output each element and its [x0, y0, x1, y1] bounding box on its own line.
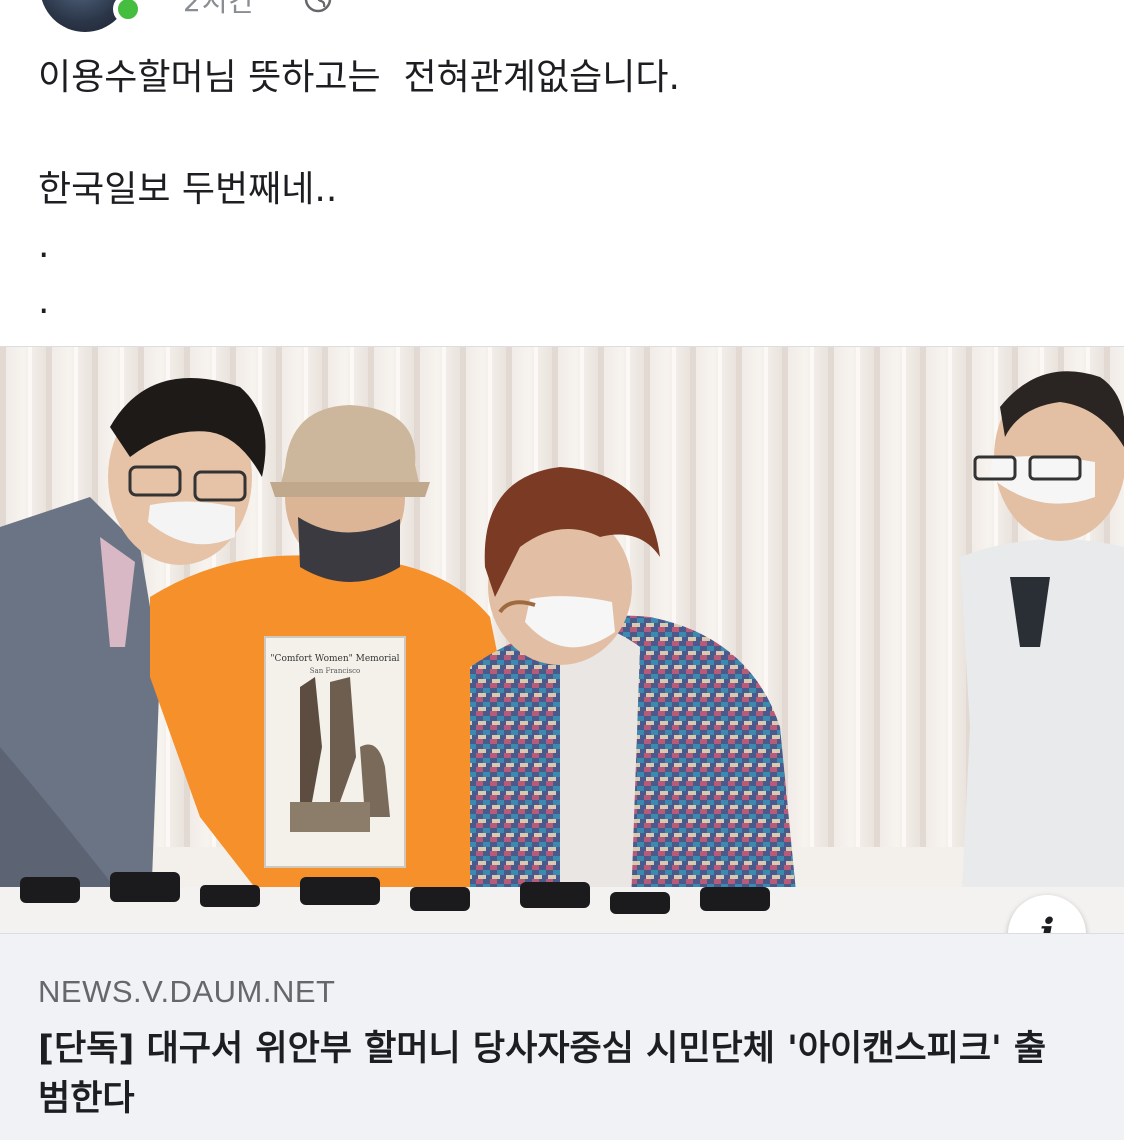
- post-line: [38, 106, 1088, 162]
- link-title[interactable]: [단독] 대구서 위안부 할머니 당사자중심 시민단체 '아이캔스피크' 출범한…: [38, 1024, 1078, 1124]
- shirt-print-text: "Comfort Women" Memorial: [270, 654, 399, 664]
- link-preview-image[interactable]: "Comfort Women" Memorial San Francisco: [0, 347, 1124, 933]
- online-status-dot: [113, 0, 143, 24]
- post-line: 이용수할머님 뜻하고는 전혀관계없습니다.: [38, 57, 680, 98]
- post-timestamp[interactable]: 2시간: [183, 0, 255, 20]
- link-domain: NEWS.V.DAUM.NET: [38, 974, 336, 1009]
- info-icon: i: [1039, 914, 1054, 934]
- globe-icon: [304, 0, 332, 13]
- post-line: .: [38, 281, 50, 322]
- link-preview-card[interactable]: "Comfort Women" Memorial San Francisco N…: [0, 346, 1124, 1140]
- post-line: 한국일보 두번째네..: [38, 169, 338, 210]
- post-message: 이용수할머님 뜻하고는 전혀관계없습니다. 한국일보 두번째네.. . .: [38, 50, 1088, 330]
- post-header: 2시간: [0, 0, 1124, 34]
- post-line: .: [38, 225, 50, 266]
- press-photo: "Comfort Women" Memorial San Francisco: [0, 347, 1124, 933]
- shirt-print-subtext: San Francisco: [310, 667, 360, 675]
- link-preview-meta[interactable]: NEWS.V.DAUM.NET [단독] 대구서 위안부 할머니 당사자중심 시…: [0, 933, 1124, 1140]
- facebook-post: 2시간 이용수할머님 뜻하고는 전혀관계없습니다. 한국일보 두번째네.. . …: [0, 0, 1124, 1140]
